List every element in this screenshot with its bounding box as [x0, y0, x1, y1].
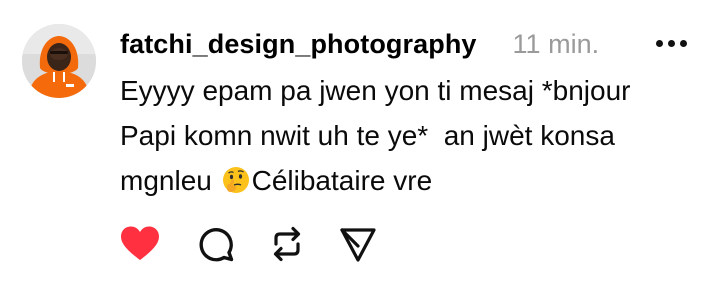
timestamp: 11 min.: [512, 28, 600, 59]
comment-icon: [199, 228, 234, 262]
heart-icon: [121, 226, 159, 260]
repost-icon: [273, 226, 301, 262]
more-options-button[interactable]: [652, 40, 692, 50]
avatar[interactable]: [22, 24, 96, 98]
like-button[interactable]: [118, 222, 162, 266]
post-text: Eyyyy epam pa jwen yon ti mesaj *bnjour …: [120, 68, 690, 203]
more-dot-icon: [668, 40, 675, 47]
share-button[interactable]: [336, 222, 380, 266]
share-icon: [340, 228, 376, 262]
comment-button[interactable]: [193, 222, 237, 266]
more-dot-icon: [656, 40, 663, 47]
post-text-line: mgnleu Célibataire vre: [120, 158, 690, 203]
post-text-line: Papi komn nwit uh te ye* an jwèt konsa: [120, 120, 615, 151]
post-text-segment: Célibataire vre: [251, 165, 433, 196]
post-header: fatchi_design_photography 11 min.: [120, 24, 599, 64]
post-text-segment: mgnleu: [120, 165, 212, 196]
repost-button[interactable]: [265, 222, 309, 266]
more-dot-icon: [680, 40, 687, 47]
thread-post: fatchi_design_photography 11 min. Eyyyy …: [0, 0, 720, 282]
post-text-line: Eyyyy epam pa jwen yon ti mesaj *bnjour: [120, 75, 631, 106]
avatar-photo: [22, 24, 96, 98]
thinking-face-icon: [221, 163, 251, 193]
username[interactable]: fatchi_design_photography: [120, 29, 477, 60]
